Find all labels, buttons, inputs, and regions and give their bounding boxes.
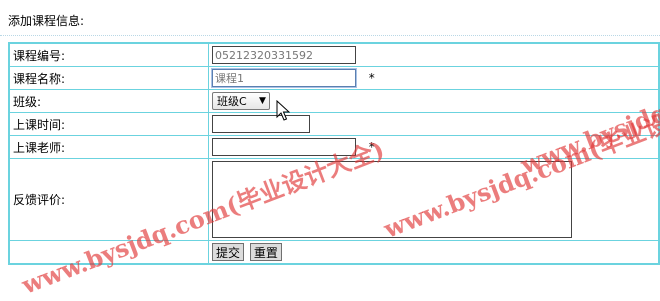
class-time-row: 上课时间: xyxy=(8,112,660,136)
class-label: 班级: xyxy=(8,89,209,113)
class-select[interactable]: 班级C ▼ xyxy=(211,92,270,110)
class-select-value: 班级C xyxy=(216,95,247,108)
feedback-row: 反馈评价: xyxy=(8,158,660,241)
course-name-label: 课程名称: xyxy=(8,66,209,90)
teacher-row: 上课老师: * xyxy=(8,135,660,159)
course-name-input[interactable] xyxy=(210,68,357,88)
class-time-input[interactable] xyxy=(211,115,310,133)
teacher-label: 上课老师: xyxy=(8,135,209,159)
course-code-label: 课程编号: xyxy=(8,42,209,67)
class-row: 班级: 班级C ▼ xyxy=(8,89,660,113)
teacher-input[interactable] xyxy=(211,138,356,156)
course-code-input[interactable] xyxy=(211,46,356,64)
course-name-row: 课程名称: * xyxy=(8,66,660,90)
mouse-pointer-icon xyxy=(276,100,290,121)
page-title: 添加课程信息: xyxy=(8,14,85,28)
feedback-textarea[interactable] xyxy=(211,161,572,238)
course-code-row: 课程编号: xyxy=(8,42,660,67)
actions-spacer xyxy=(8,240,209,265)
title-divider xyxy=(0,35,660,36)
submit-button[interactable]: 提交 xyxy=(211,243,244,261)
reset-button[interactable]: 重置 xyxy=(249,243,282,261)
chevron-down-icon: ▼ xyxy=(259,96,266,106)
teacher-required-mark: * xyxy=(368,140,375,154)
class-time-label: 上课时间: xyxy=(8,112,209,136)
course-form: 课程编号: 课程名称: * 班级: 班级C ▼ 上课时间: 上课老师: * xyxy=(8,42,660,265)
feedback-label: 反馈评价: xyxy=(8,158,209,241)
actions-row: 提交 重置 xyxy=(8,240,660,265)
course-name-required-mark: * xyxy=(368,71,375,85)
